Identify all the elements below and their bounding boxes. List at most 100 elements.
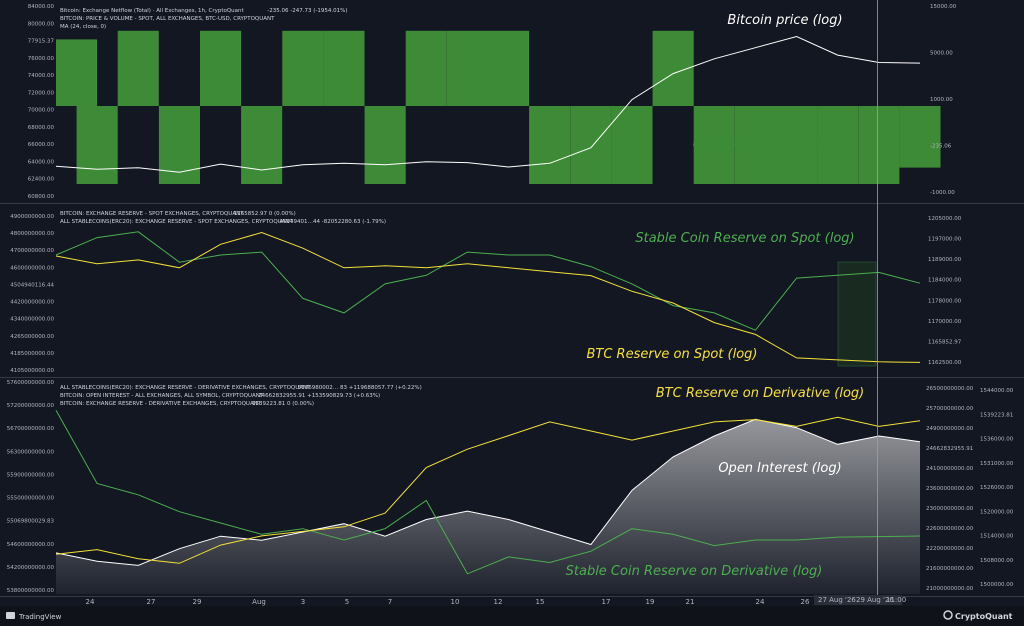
axis-tick-label: 53800000000.00 <box>7 588 55 594</box>
netflow-bar <box>611 106 653 184</box>
axis-tick-label: 25700000000.00 <box>926 406 974 412</box>
netflow-bar <box>117 30 159 106</box>
axis-tick-label: 84000.00 <box>28 4 55 10</box>
axis-tick-label: 21000000000.00 <box>926 586 974 592</box>
annotation-price: Bitcoin price (log) <box>727 13 842 28</box>
footer-bar <box>0 606 1024 626</box>
x-axis-tick-label: 24 <box>756 598 765 606</box>
axis-tick-label: 23600000000.00 <box>926 486 974 492</box>
axis-tick-label: 1526000.00 <box>980 485 1014 491</box>
highlight-box <box>837 261 877 367</box>
axis-tick-label: 1197000.00 <box>928 237 962 243</box>
x-axis-tick-label: 5 <box>345 598 349 606</box>
netflow-bar <box>488 30 530 106</box>
axis-tick-label: 22600000000.00 <box>926 526 974 532</box>
axis-tick-label: 21600000000.00 <box>926 566 974 572</box>
axis-tick-label: 24100000000.00 <box>926 466 974 472</box>
legend-series-value: -235.06 -247.73 (-1954.01%) <box>267 8 347 14</box>
annotation-netflow: Netflow (24MA) (log) <box>693 135 828 150</box>
netflow-bar <box>200 30 242 106</box>
axis-tick-label: 1536000.00 <box>980 437 1014 443</box>
axis-tick-label: 1165852.97 <box>928 339 962 345</box>
tradingview-label: TradingView <box>18 613 62 621</box>
axis-tick-label: 4340000000.00 <box>10 317 54 323</box>
axis-tick-label: 56700000000.00 <box>7 426 55 432</box>
axis-tick-label: 1531000.00 <box>980 461 1014 467</box>
netflow-bar <box>570 106 612 184</box>
x-axis-tick-label: 26 <box>801 598 810 606</box>
annotation-stable-spot: Stable Coin Reserve on Spot (log) <box>635 231 854 246</box>
legend-series-value: 5506980002… 83 +119688057.77 (+0.22%) <box>298 385 422 391</box>
netflow-bar <box>405 30 447 106</box>
axis-tick-label: 4265000000.00 <box>10 334 54 340</box>
legend-series-value: 24662832955.91 +153590829.73 (+0.63%) <box>258 393 380 399</box>
axis-tick-label: 55900000000.00 <box>7 472 55 478</box>
legend-series-name: ALL STABLECOINS(ERC20): EXCHANGE RESERVE… <box>60 385 311 391</box>
axis-tick-label: 1184000.00 <box>928 278 962 284</box>
x-axis-tick-label: 29 <box>193 598 202 606</box>
axis-tick-label: -1000.00 <box>930 190 955 196</box>
axis-tick-label: 1539223.81 <box>980 412 1013 418</box>
x-axis-tick-label: 10 <box>451 598 460 606</box>
x-axis-tick-label: 24 <box>86 598 95 606</box>
axis-tick-label: 64000.00 <box>28 159 55 165</box>
axis-tick-label: -235.06 <box>930 144 952 150</box>
axis-tick-label: 72000.00 <box>28 90 55 96</box>
axis-tick-label: 1544000.00 <box>980 388 1014 394</box>
axis-tick-label: 4800000000.00 <box>10 231 54 237</box>
axis-tick-label: 77915.37 <box>28 39 55 45</box>
x-axis-tick-label: 12 <box>494 598 503 606</box>
axis-tick-label: 4105000000.00 <box>10 368 54 374</box>
axis-tick-label: 24900000000.00 <box>926 426 974 432</box>
axis-tick-label: 4185000000.00 <box>10 351 54 357</box>
netflow-bar <box>56 39 98 106</box>
axis-tick-label: 66000.00 <box>28 142 55 148</box>
axis-tick-label: 1178000.00 <box>928 298 962 304</box>
x-axis-tick-label: 19 <box>646 598 655 606</box>
cryptoquant-label: CryptoQuant <box>955 612 1013 621</box>
annotation-btc-spot: BTC Reserve on Spot (log) <box>586 347 757 362</box>
axis-tick-label: 1514000.00 <box>980 534 1014 540</box>
x-axis-tick-label: 21 <box>686 598 695 606</box>
axis-tick-label: 57200000000.00 <box>7 403 55 409</box>
axis-tick-label: 4420000000.00 <box>10 300 54 306</box>
axis-tick-label: 15000.00 <box>930 4 957 10</box>
netflow-bar <box>241 106 283 184</box>
axis-tick-label: 70000.00 <box>28 108 55 114</box>
axis-tick-label: 4504940116.44 <box>10 282 54 288</box>
axis-tick-label: 1500000.00 <box>980 582 1014 588</box>
crosshair-label-1: 27 Aug '26 <box>818 596 856 604</box>
axis-tick-label: 1205000.00 <box>928 216 962 222</box>
axis-tick-label: 1000.00 <box>930 97 953 103</box>
netflow-bar <box>364 106 406 184</box>
netflow-bar <box>899 106 941 168</box>
axis-tick-label: 60800.00 <box>28 194 55 200</box>
axis-tick-label: 26500000000.00 <box>926 386 974 392</box>
x-axis-tick-label: 17 <box>602 598 611 606</box>
axis-tick-label: 62400.00 <box>28 177 55 183</box>
chart-root: Bitcoin: Exchange Netflow (Total) · All … <box>0 0 1024 626</box>
legend-series-name: MA (24, close, 0) <box>60 24 106 30</box>
x-axis-tick-label: 27 <box>147 598 156 606</box>
netflow-bar <box>858 106 900 184</box>
panel-price-netflow[interactable]: Bitcoin: Exchange Netflow (Total) · All … <box>28 2 957 202</box>
netflow-bar <box>76 106 118 184</box>
axis-tick-label: 4700000000.00 <box>10 248 54 254</box>
x-axis-tick-label: 3 <box>301 598 305 606</box>
axis-tick-label: 55069800029.83 <box>7 519 55 525</box>
axis-tick-label: 56300000000.00 <box>7 449 55 455</box>
legend-series-value: 1539223.81 0 (0.00%) <box>252 401 314 407</box>
axis-tick-label: 1162500.00 <box>928 360 962 366</box>
axis-tick-label: 22200000000.00 <box>926 546 974 552</box>
axis-tick-label: 23000000000.00 <box>926 506 974 512</box>
axis-tick-label: 54200000000.00 <box>7 565 55 571</box>
legend-series-value: 45049401…44 -82052280.63 (-1.79%) <box>280 219 386 225</box>
axis-tick-label: 80000.00 <box>28 21 55 27</box>
legend-series-value: 1165852.97 0 (0.00%) <box>234 211 296 217</box>
cryptoquant-logo[interactable]: CryptoQuant <box>943 610 1013 621</box>
axis-tick-label: 24662832955.91 <box>926 446 973 452</box>
axis-tick-label: 1170000.00 <box>928 319 962 325</box>
legend-series-name: ALL STABLECOINS(ERC20): EXCHANGE RESERVE… <box>60 219 294 225</box>
axis-tick-label: 76000.00 <box>28 56 55 62</box>
x-axis-tick-label: 7 <box>388 598 392 606</box>
